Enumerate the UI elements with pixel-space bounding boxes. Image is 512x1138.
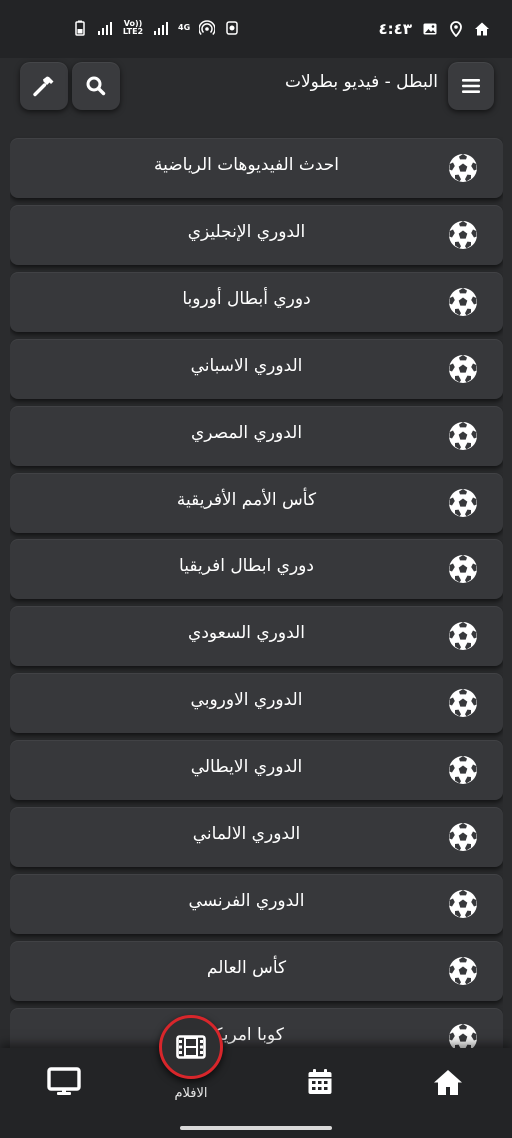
app-bar: البطل - فيديو بطولات — [0, 58, 512, 126]
soccer-ball-icon — [448, 153, 478, 183]
league-list-item[interactable]: الدوري الإنجليزي — [10, 204, 503, 265]
nav-films-label: الافلام — [174, 1086, 208, 1101]
league-label: كوبا امريكا — [209, 1024, 284, 1045]
tv-icon — [47, 1067, 81, 1095]
league-label: الدوري الإنجليزي — [187, 221, 306, 242]
soccer-ball-icon — [448, 688, 478, 718]
league-list-item[interactable]: دوري أبطال أوروبا — [10, 271, 503, 332]
league-list-item[interactable]: احدث الفيديوهات الرياضية — [10, 138, 503, 198]
league-list-item[interactable]: كوبا امريكا — [10, 1007, 503, 1048]
data-saver-icon — [226, 21, 238, 35]
soccer-ball-icon — [448, 755, 478, 785]
league-label: الدوري السعودي — [188, 623, 305, 644]
search-button[interactable] — [72, 62, 120, 110]
battery-saver-icon — [75, 20, 85, 36]
league-list-item[interactable]: دوري ابطال افريقيا — [10, 539, 503, 600]
hammer-icon — [33, 76, 54, 97]
status-icons-left: Vo)) LTE2 4G — [72, 20, 240, 36]
volte-label: Vo)) LTE2 — [122, 19, 144, 36]
league-label: كأس العالم — [206, 957, 287, 978]
page-title: البطل - فيديو بطولات — [284, 72, 438, 92]
soccer-ball-icon — [448, 1023, 478, 1048]
league-list-item[interactable]: الدوري الالماني — [10, 807, 503, 867]
league-label: الدوري المصري — [190, 422, 303, 443]
image-icon — [423, 23, 437, 35]
hammer-button[interactable] — [20, 62, 68, 110]
film-icon — [176, 1035, 206, 1059]
search-icon — [86, 76, 106, 96]
menu-icon — [462, 79, 480, 93]
soccer-ball-icon — [448, 554, 478, 584]
signal-icon-2 — [154, 22, 168, 35]
nav-tv-button[interactable] — [46, 1066, 82, 1098]
soccer-ball-icon — [448, 488, 478, 518]
status-icons-right: ٤:٤٣ — [379, 20, 490, 38]
gesture-bar — [180, 1126, 332, 1130]
soccer-ball-icon — [448, 822, 478, 852]
soccer-ball-icon — [448, 889, 478, 919]
soccer-ball-icon — [448, 421, 478, 451]
clock: ٤:٤٣ — [378, 20, 412, 38]
league-list: احدث الفيديوهات الرياضية الدوري الإنجليزي… — [10, 136, 503, 1048]
soccer-ball-icon — [448, 621, 478, 651]
nav-films-button[interactable] — [159, 1015, 223, 1079]
league-list-item[interactable]: الدوري الاوروبي — [10, 673, 503, 734]
league-label: كأس الأمم الأفريقية — [176, 489, 317, 510]
nav-home-button[interactable] — [430, 1066, 466, 1098]
soccer-ball-icon — [448, 287, 478, 317]
hotspot-icon — [199, 20, 216, 36]
league-label: الدوري الاوروبي — [190, 690, 303, 711]
league-label: الدوري الالماني — [192, 824, 301, 844]
network-type-label: 4G — [178, 23, 191, 32]
soccer-ball-icon — [448, 956, 478, 986]
league-list-item[interactable]: الدوري المصري — [10, 405, 503, 466]
league-list-item[interactable]: الدوري الفرنسي — [10, 873, 503, 934]
league-list-item[interactable]: كأس الأمم الأفريقية — [10, 472, 503, 533]
league-label: الدوري الايطالي — [190, 757, 303, 778]
nav-calendar-button[interactable] — [302, 1066, 338, 1098]
league-list-item[interactable]: كأس العالم — [10, 940, 503, 1001]
home-status-icon — [475, 22, 489, 36]
league-label: الدوري الفرنسي — [188, 890, 305, 911]
league-list-item[interactable]: الدوري الايطالي — [10, 740, 503, 801]
league-label: دوري ابطال افريقيا — [179, 556, 314, 577]
league-list-item[interactable]: الدوري الاسباني — [10, 338, 503, 399]
status-bar: Vo)) LTE2 4G ٤:٤٣ — [0, 0, 512, 58]
signal-icon — [98, 22, 112, 35]
league-label: احدث الفيديوهات الرياضية — [153, 155, 340, 175]
soccer-ball-icon — [448, 354, 478, 384]
league-label: دوري أبطال أوروبا — [182, 288, 311, 309]
league-label: الدوري الاسباني — [190, 355, 303, 376]
location-icon — [450, 21, 462, 37]
league-list-item[interactable]: الدوري السعودي — [10, 606, 503, 667]
calendar-icon — [308, 1069, 332, 1094]
home-icon — [434, 1070, 462, 1095]
menu-button[interactable] — [448, 62, 494, 110]
soccer-ball-icon — [448, 220, 478, 250]
